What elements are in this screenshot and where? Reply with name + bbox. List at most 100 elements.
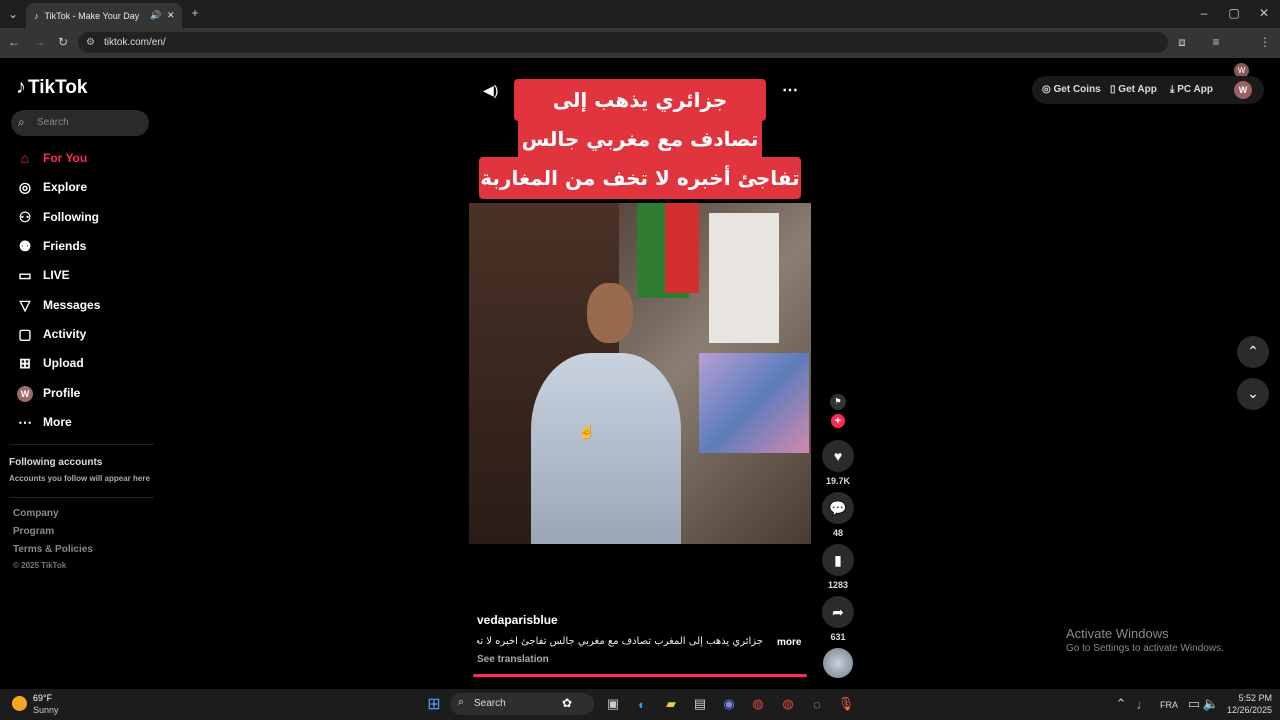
sidebar-item-activity[interactable]: ▢ Activity [16,322,86,346]
home-icon: ⌂ [20,150,30,166]
like-button[interactable]: ♥ [822,440,854,472]
microphone-app-icon[interactable]: 🎙 [835,694,857,714]
video-username[interactable]: vedaparisblue [477,613,558,627]
chrome-icon[interactable]: ◍ [747,694,769,714]
sidebar-item-following[interactable]: ⚇ Following [16,205,99,229]
video-person-body [531,353,681,544]
sidebar-divider [9,497,154,498]
phone-icon: ▯ [1110,84,1116,95]
weather-desc: Sunny [33,705,59,715]
app-icon[interactable]: ◌ [806,694,828,714]
forward-icon[interactable]: → [31,35,47,49]
save-button[interactable]: ▮ [822,544,854,576]
search-highlight-icon: ✿ [562,696,573,710]
following-accounts-sub: Accounts you follow will appear here [9,474,150,483]
sidebar-item-explore[interactable]: ◎ Explore [16,175,87,199]
clock-date[interactable]: 12/26/2025 [1222,705,1272,715]
more-link[interactable]: more [777,637,801,648]
url-text: tiktok.com/en/ [104,37,166,48]
volume-icon[interactable]: ◀) [483,82,498,99]
video-player[interactable] [469,203,811,544]
caption-line-1: جزائري يذهب إلى المغرب [514,79,766,154]
comment-button[interactable]: 💬 [822,492,854,524]
file-explorer-icon[interactable]: ▰ [660,694,682,714]
volume-tray-icon[interactable]: 🔈 [1200,694,1222,714]
tiktok-favicon-icon: ♪ [34,10,39,21]
pc-app-button[interactable]: ⤓ PC App [1170,84,1213,95]
media-control-icon[interactable]: ≡ [1208,35,1224,49]
sidebar-item-live[interactable]: ▭ LIVE [16,263,69,287]
address-bar[interactable]: ⚙ tiktok.com/en/ [78,32,1168,53]
store-icon[interactable]: ▤ [689,694,711,714]
tab-list-icon[interactable]: ⌄ [6,7,20,21]
discord-icon[interactable]: ◉ [718,694,740,714]
weather-sun-icon[interactable] [12,696,27,711]
tray-overflow-icon[interactable]: ⌃ [1110,694,1132,714]
browser-tab-bar: ⌄ ♪ TikTok - Make Your Day 🔊 ✕ + – ▢ ✕ [0,0,1280,28]
get-coins-button[interactable]: ◎ Get Coins [1042,84,1101,95]
comment-icon: 💬 [829,499,847,516]
task-view-icon[interactable]: ▣ [602,694,624,714]
taskbar-search[interactable]: ⌕ Search ✿ [450,693,594,715]
tray-mic-icon[interactable]: ♩ [1132,694,1154,714]
following-accounts-title: Following accounts [9,457,103,468]
search-placeholder: Search [37,117,69,128]
tiktok-logo[interactable]: ♪ TikTok [16,76,87,99]
video-textiles-shape [699,353,809,453]
sidebar-item-messages[interactable]: ▽ Messages [16,293,101,317]
footer-program[interactable]: Program [13,526,54,537]
music-disc-icon[interactable] [823,648,853,678]
messages-icon: ▽ [19,296,31,313]
tiktok-logo-icon: ♪ [16,76,26,98]
follow-plus-icon[interactable]: + [831,414,845,428]
avatar: W [16,384,34,402]
compass-icon: ◎ [18,178,32,195]
windows-start-icon[interactable]: ⊞ [423,694,445,714]
search-icon: ⌕ [18,115,25,129]
new-tab-icon[interactable]: + [188,6,202,20]
sidebar-item-for-you[interactable]: ⌂ For You [16,146,87,170]
video-options-icon[interactable]: ⋯ [782,80,798,100]
activate-windows-title: Activate Windows [1066,626,1169,641]
see-translation-link[interactable]: See translation [477,654,549,665]
previous-video-button[interactable]: ⌃ [1237,336,1269,368]
close-window-icon[interactable]: ✕ [1256,6,1272,20]
maximize-icon[interactable]: ▢ [1226,6,1242,20]
clock-time[interactable]: 5:52 PM [1226,693,1272,703]
sidebar-item-more[interactable]: ⋯ More [16,410,72,434]
site-info-icon[interactable]: ⚙ [86,32,95,53]
friends-icon: ⚉ [18,237,32,254]
get-app-button[interactable]: ▯ Get App [1110,84,1157,95]
coin-icon: ◎ [1042,84,1051,95]
tab-audio-icon[interactable]: 🔊 [150,10,161,21]
next-video-button[interactable]: ⌄ [1237,378,1269,410]
weather-temp: 69°F [33,693,53,703]
search-box[interactable]: ⌕ Search [11,110,149,136]
language-indicator[interactable]: FRA [1160,700,1178,710]
reload-icon[interactable]: ↻ [55,35,71,49]
video-progress-bar[interactable] [473,674,807,677]
edge-icon[interactable]: ◐ [631,694,653,714]
user-avatar[interactable]: W [1234,81,1252,99]
more-icon: ⋯ [18,413,32,430]
browser-menu-icon[interactable]: ⋮ [1258,35,1272,49]
chrome-profile-icon[interactable]: ◍ [777,694,799,714]
mouse-cursor-icon: ☝ [578,423,596,439]
browser-tab[interactable]: ♪ TikTok - Make Your Day 🔊 ✕ [26,3,182,28]
tab-close-icon[interactable]: ✕ [167,10,175,21]
footer-copyright: © 2025 TikTok [13,561,67,570]
share-button[interactable]: ➦ [822,596,854,628]
sidebar-item-upload[interactable]: ⊞ Upload [16,351,84,375]
sidebar-item-friends[interactable]: ⚉ Friends [16,234,87,258]
extensions-icon[interactable]: ⧈ [1174,35,1190,49]
activate-windows-sub: Go to Settings to activate Windows. [1066,643,1224,654]
like-count: 19.7K [825,476,851,486]
minimize-icon[interactable]: – [1196,6,1212,20]
chevron-down-icon: ⌄ [1247,385,1259,401]
back-icon[interactable]: ← [6,35,22,49]
creator-avatar[interactable]: ⚑ [830,394,846,410]
footer-terms[interactable]: Terms & Policies [13,544,93,555]
footer-company[interactable]: Company [13,508,59,519]
sidebar-item-profile[interactable]: W Profile [16,381,80,405]
share-icon: ➦ [832,603,844,620]
